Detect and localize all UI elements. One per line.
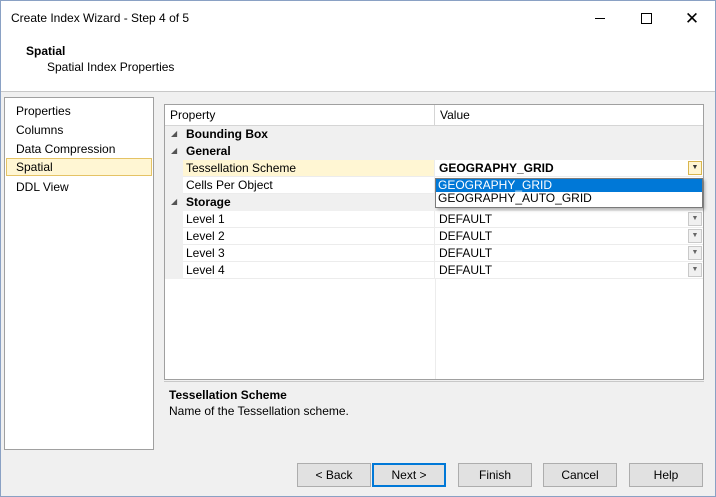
property-grid: Property Value ◢ Bounding Box ◢ General … (164, 104, 704, 380)
close-icon: ✕ (684, 8, 700, 28)
property-name[interactable]: Level 4 (183, 262, 435, 279)
row-gutter (165, 211, 183, 228)
property-row-level-3[interactable]: Level 3 DEFAULT ▼ (165, 245, 703, 262)
description-text: Name of the Tessellation scheme. (169, 404, 349, 418)
dropdown-arrow-icon[interactable]: ▼ (688, 212, 702, 226)
row-gutter (165, 177, 183, 194)
step-banner: Spatial Spatial Index Properties (1, 35, 715, 92)
value-text: DEFAULT (439, 229, 493, 243)
value-text: DEFAULT (439, 263, 493, 277)
finish-button[interactable]: Finish (458, 463, 532, 487)
property-value[interactable]: DEFAULT ▼ (435, 262, 703, 279)
dropdown-arrow-icon[interactable]: ▼ (688, 229, 702, 243)
category-general[interactable]: ◢ General (165, 143, 703, 160)
category-label: General (186, 144, 231, 158)
collapse-triangle-icon[interactable]: ◢ (171, 197, 177, 206)
category-label: Storage (186, 195, 231, 209)
nav-item-data-compression[interactable]: Data Compression (6, 140, 152, 158)
dropdown-arrow-icon[interactable]: ▼ (688, 246, 702, 260)
collapse-triangle-icon[interactable]: ◢ (171, 146, 177, 155)
property-row-level-1[interactable]: Level 1 DEFAULT ▼ (165, 211, 703, 228)
maximize-button[interactable] (623, 1, 669, 35)
close-button[interactable]: ✕ (669, 1, 715, 35)
grid-header: Property Value (165, 105, 703, 126)
category-label: Bounding Box (186, 127, 268, 141)
value-text: GEOGRAPHY_GRID (439, 161, 554, 175)
description-pane: Tessellation Scheme Name of the Tessella… (164, 381, 704, 450)
nav-item-spatial[interactable]: Spatial (6, 158, 152, 176)
wizard-window: Create Index Wizard - Step 4 of 5 ✕ Spat… (0, 0, 716, 497)
collapse-triangle-icon[interactable]: ◢ (171, 129, 177, 138)
help-button[interactable]: Help (629, 463, 703, 487)
nav-item-properties[interactable]: Properties (6, 102, 152, 120)
value-text: DEFAULT (439, 212, 493, 226)
description-title: Tessellation Scheme (169, 388, 287, 402)
property-value[interactable]: GEOGRAPHY_GRID ▼ (435, 160, 703, 177)
tessellation-dropdown-list: GEOGRAPHY_GRID GEOGRAPHY_AUTO_GRID (435, 178, 703, 208)
dropdown-option-geography-auto-grid[interactable]: GEOGRAPHY_AUTO_GRID (436, 192, 702, 205)
column-header-property[interactable]: Property (165, 105, 435, 125)
category-bounding-box[interactable]: ◢ Bounding Box (165, 126, 703, 143)
row-gutter (165, 245, 183, 262)
back-button[interactable]: < Back (297, 463, 371, 487)
property-value[interactable]: DEFAULT ▼ (435, 211, 703, 228)
wizard-nav: Properties Columns Data Compression Spat… (4, 97, 154, 450)
value-text: DEFAULT (439, 246, 493, 260)
dropdown-arrow-icon[interactable]: ▼ (688, 263, 702, 277)
property-row-level-2[interactable]: Level 2 DEFAULT ▼ (165, 228, 703, 245)
row-gutter (165, 262, 183, 279)
minimize-icon (595, 17, 605, 19)
property-name[interactable]: Level 3 (183, 245, 435, 262)
property-name[interactable]: Level 1 (183, 211, 435, 228)
column-divider (435, 279, 436, 379)
property-name[interactable]: Level 2 (183, 228, 435, 245)
title-bar[interactable]: Create Index Wizard - Step 4 of 5 ✕ (1, 1, 715, 35)
row-gutter (165, 228, 183, 245)
nav-item-ddl-view[interactable]: DDL View (6, 178, 152, 196)
row-gutter (165, 160, 183, 177)
dropdown-arrow-icon[interactable]: ▼ (688, 161, 702, 175)
minimize-button[interactable] (577, 1, 623, 35)
property-row-tessellation-scheme[interactable]: Tessellation Scheme GEOGRAPHY_GRID ▼ (165, 160, 703, 177)
step-subtitle: Spatial Index Properties (47, 60, 175, 74)
maximize-icon (640, 12, 652, 24)
property-value[interactable]: DEFAULT ▼ (435, 245, 703, 262)
property-name[interactable]: Cells Per Object (183, 177, 435, 194)
property-row-level-4[interactable]: Level 4 DEFAULT ▼ (165, 262, 703, 279)
next-button[interactable]: Next > (372, 463, 446, 487)
column-header-value[interactable]: Value (435, 105, 703, 125)
nav-item-columns[interactable]: Columns (6, 121, 152, 139)
property-name[interactable]: Tessellation Scheme (183, 160, 435, 177)
window-title: Create Index Wizard - Step 4 of 5 (11, 11, 190, 25)
step-title: Spatial (26, 44, 66, 58)
cancel-button[interactable]: Cancel (543, 463, 617, 487)
property-value[interactable]: DEFAULT ▼ (435, 228, 703, 245)
